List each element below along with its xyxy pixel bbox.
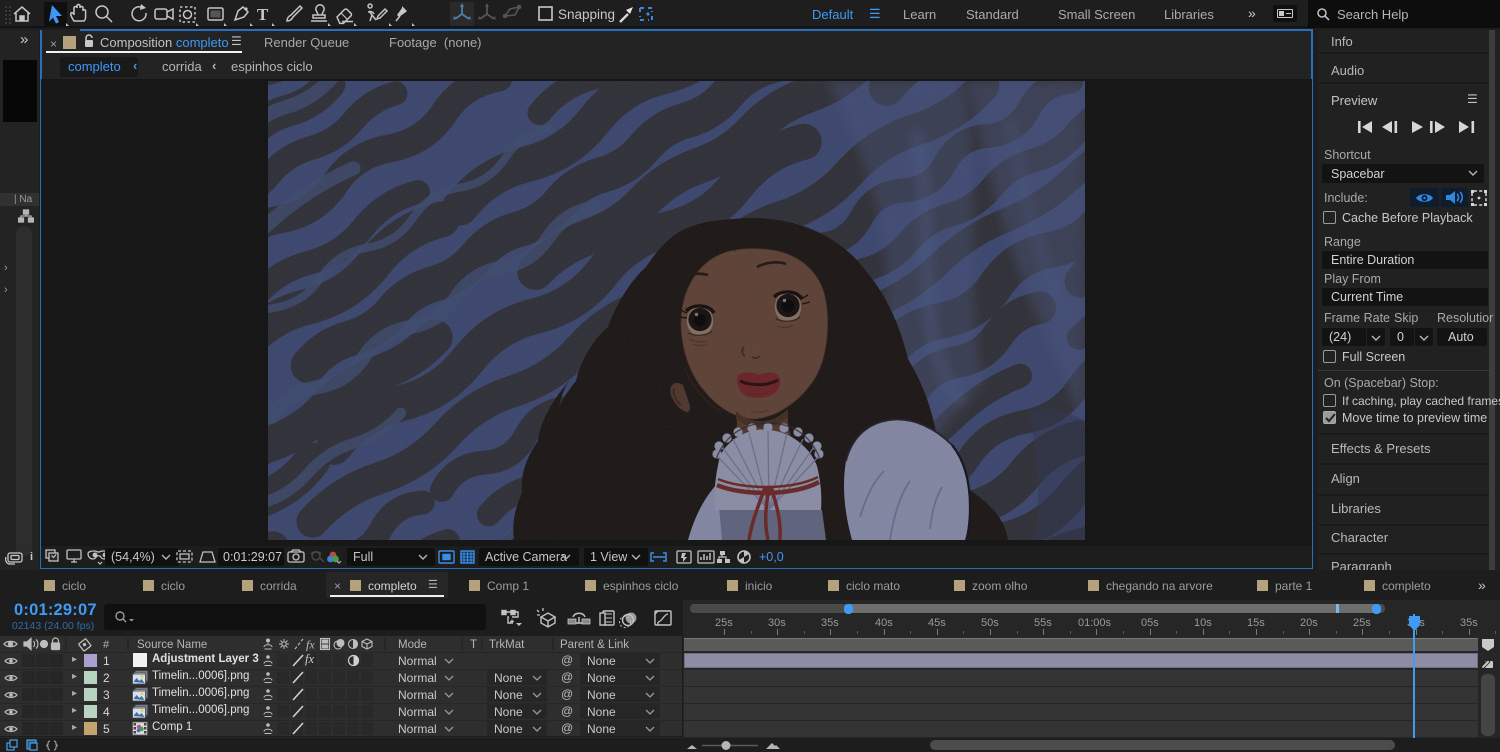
svg-text:Parent & Link: Parent & Link (560, 639, 629, 651)
svg-text:1 View: 1 View (590, 550, 628, 564)
svg-text:Active Camera: Active Camera (485, 550, 567, 564)
svg-text:Mode: Mode (398, 639, 427, 651)
svg-text:T: T (470, 639, 477, 651)
svg-text:(54,4%): (54,4%) (111, 550, 155, 564)
svg-text:Source Name: Source Name (137, 639, 207, 651)
svg-text:Snapping: Snapping (558, 7, 615, 22)
svg-text:T: T (257, 5, 269, 24)
svg-text:fx: fx (306, 638, 315, 652)
svg-text:TrkMat: TrkMat (489, 639, 525, 651)
svg-text:+0,0: +0,0 (759, 550, 784, 564)
svg-text:#: # (103, 639, 110, 651)
svg-text:0:01:29:07: 0:01:29:07 (223, 550, 282, 564)
svg-text:Full: Full (353, 550, 373, 564)
